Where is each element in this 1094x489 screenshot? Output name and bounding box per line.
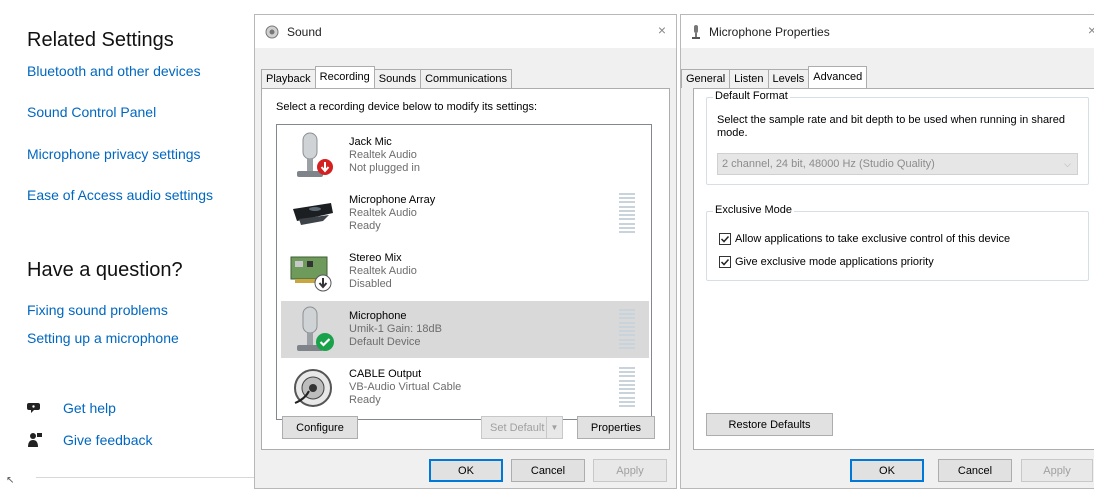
close-icon[interactable]: × <box>1088 22 1094 38</box>
ok-button[interactable]: OK <box>429 459 503 482</box>
advanced-panel: Default Format Select the sample rate an… <box>693 88 1094 450</box>
device-name: CABLE Output <box>349 368 422 380</box>
speaker-icon <box>265 25 279 39</box>
bluetooth-devices-link[interactable]: Bluetooth and other devices <box>27 63 201 79</box>
sound-control-panel-link[interactable]: Sound Control Panel <box>27 104 156 120</box>
give-feedback-link[interactable]: Give feedback <box>27 432 153 448</box>
tab-listen[interactable]: Listen <box>729 69 769 88</box>
allow-exclusive-checkbox[interactable]: Allow applications to take exclusive con… <box>719 233 1010 245</box>
microphone-properties-dialog: Microphone Properties × General Listen L… <box>680 14 1094 489</box>
get-help-label: Get help <box>63 400 116 416</box>
tab-recording[interactable]: Recording <box>314 66 375 88</box>
sample-rate-select[interactable]: 2 channel, 24 bit, 48000 Hz (Studio Qual… <box>717 153 1078 175</box>
restore-defaults-button[interactable]: Restore Defaults <box>706 413 833 436</box>
microphone-icon <box>297 306 334 351</box>
apply-button[interactable]: Apply <box>593 459 667 482</box>
checkbox-checked-icon <box>719 233 731 245</box>
device-driver: Realtek Audio <box>349 149 417 161</box>
ease-of-access-audio-link[interactable]: Ease of Access audio settings <box>27 187 213 203</box>
sound-card-icon <box>290 256 332 292</box>
device-jack-mic[interactable]: Jack Mic Realtek Audio Not plugged in <box>281 127 649 184</box>
level-meter <box>619 309 635 349</box>
device-status: Ready <box>349 220 381 232</box>
give-feedback-icon <box>28 433 42 447</box>
window-edge <box>36 477 256 489</box>
microphone-array-icon <box>293 203 333 225</box>
default-format-title: Default Format <box>713 90 790 102</box>
apply-button[interactable]: Apply <box>1021 459 1093 482</box>
sound-titlebar: Sound × <box>255 15 676 48</box>
cancel-button[interactable]: Cancel <box>938 459 1012 482</box>
related-settings-pane: Related Settings Bluetooth and other dev… <box>0 0 258 489</box>
device-cable-output[interactable]: CABLE Output VB-Audio Virtual Cable Read… <box>281 359 649 416</box>
give-feedback-label: Give feedback <box>63 432 153 448</box>
tab-sounds[interactable]: Sounds <box>373 69 422 88</box>
device-driver: VB-Audio Virtual Cable <box>349 381 462 393</box>
mic-properties-tabs: General Listen Levels Advanced <box>681 66 868 88</box>
sample-rate-value: 2 channel, 24 bit, 48000 Hz (Studio Qual… <box>722 158 935 170</box>
chevron-down-icon[interactable]: ▼ <box>546 417 562 438</box>
get-help-icon <box>27 403 40 413</box>
ok-button[interactable]: OK <box>850 459 924 482</box>
device-status: Not plugged in <box>349 162 420 174</box>
tab-levels[interactable]: Levels <box>767 69 810 88</box>
set-default-button[interactable]: Set Default ▼ <box>481 416 563 439</box>
related-settings-heading: Related Settings <box>27 29 174 51</box>
get-help-link[interactable]: Get help <box>27 400 116 416</box>
mic-properties-title: Microphone Properties <box>709 24 830 39</box>
recording-panel: Select a recording device below to modif… <box>261 88 670 450</box>
device-stereo-mix[interactable]: Stereo Mix Realtek Audio Disabled <box>281 243 649 300</box>
virtual-cable-icon <box>294 369 332 407</box>
tab-general[interactable]: General <box>681 69 731 88</box>
recording-device-list[interactable]: Jack Mic Realtek Audio Not plugged in Mi… <box>276 124 652 420</box>
have-a-question-heading: Have a question? <box>27 259 183 281</box>
checkbox-checked-icon <box>719 256 731 268</box>
tab-playback[interactable]: Playback <box>261 69 316 88</box>
exclusive-priority-checkbox[interactable]: Give exclusive mode applications priorit… <box>719 256 934 268</box>
resize-cursor-icon: ↖ <box>6 475 15 486</box>
device-status: Disabled <box>349 278 392 290</box>
device-status: Default Device <box>349 336 421 348</box>
exclusive-mode-title: Exclusive Mode <box>713 204 795 216</box>
exclusive-priority-label: Give exclusive mode applications priorit… <box>735 256 934 268</box>
sound-tabs: Playback Recording Sounds Communications <box>261 66 513 88</box>
microphone-privacy-link[interactable]: Microphone privacy settings <box>27 146 201 162</box>
device-driver: Umik-1 Gain: 18dB <box>349 323 442 335</box>
device-name: Stereo Mix <box>349 252 402 264</box>
device-name: Microphone <box>349 310 407 322</box>
device-driver: Realtek Audio <box>349 265 417 277</box>
recording-instruction: Select a recording device below to modif… <box>276 101 538 113</box>
properties-button[interactable]: Properties <box>577 416 655 439</box>
sound-dialog: Sound × Playback Recording Sounds Commun… <box>254 14 677 489</box>
microphone-icon <box>691 24 701 39</box>
device-microphone-array[interactable]: Microphone Array Realtek Audio Ready <box>281 185 649 242</box>
level-meter <box>619 193 635 233</box>
setting-up-microphone-link[interactable]: Setting up a microphone <box>27 330 179 346</box>
device-name: Jack Mic <box>349 136 392 148</box>
default-format-description: Select the sample rate and bit depth to … <box>717 114 1065 139</box>
device-status: Ready <box>349 394 381 406</box>
default-format-group: Default Format Select the sample rate an… <box>706 90 1089 185</box>
set-default-label: Set Default <box>490 421 545 434</box>
device-driver: Realtek Audio <box>349 207 417 219</box>
tab-communications[interactable]: Communications <box>420 69 513 88</box>
level-meter <box>619 367 635 407</box>
mic-properties-titlebar: Microphone Properties × <box>681 15 1094 48</box>
cancel-button[interactable]: Cancel <box>511 459 585 482</box>
microphone-icon <box>297 132 333 177</box>
exclusive-mode-group: Exclusive Mode Allow applications to tak… <box>706 204 1089 281</box>
tab-advanced[interactable]: Advanced <box>808 66 868 88</box>
device-microphone[interactable]: Microphone Umik-1 Gain: 18dB Default Dev… <box>281 301 649 358</box>
fixing-sound-problems-link[interactable]: Fixing sound problems <box>27 302 168 318</box>
device-name: Microphone Array <box>349 194 436 206</box>
chevron-down-icon: ⌵ <box>1064 159 1071 169</box>
allow-exclusive-label: Allow applications to take exclusive con… <box>735 233 1011 245</box>
close-icon[interactable]: × <box>658 22 666 38</box>
configure-button[interactable]: Configure <box>282 416 358 439</box>
sound-title: Sound <box>287 24 322 39</box>
